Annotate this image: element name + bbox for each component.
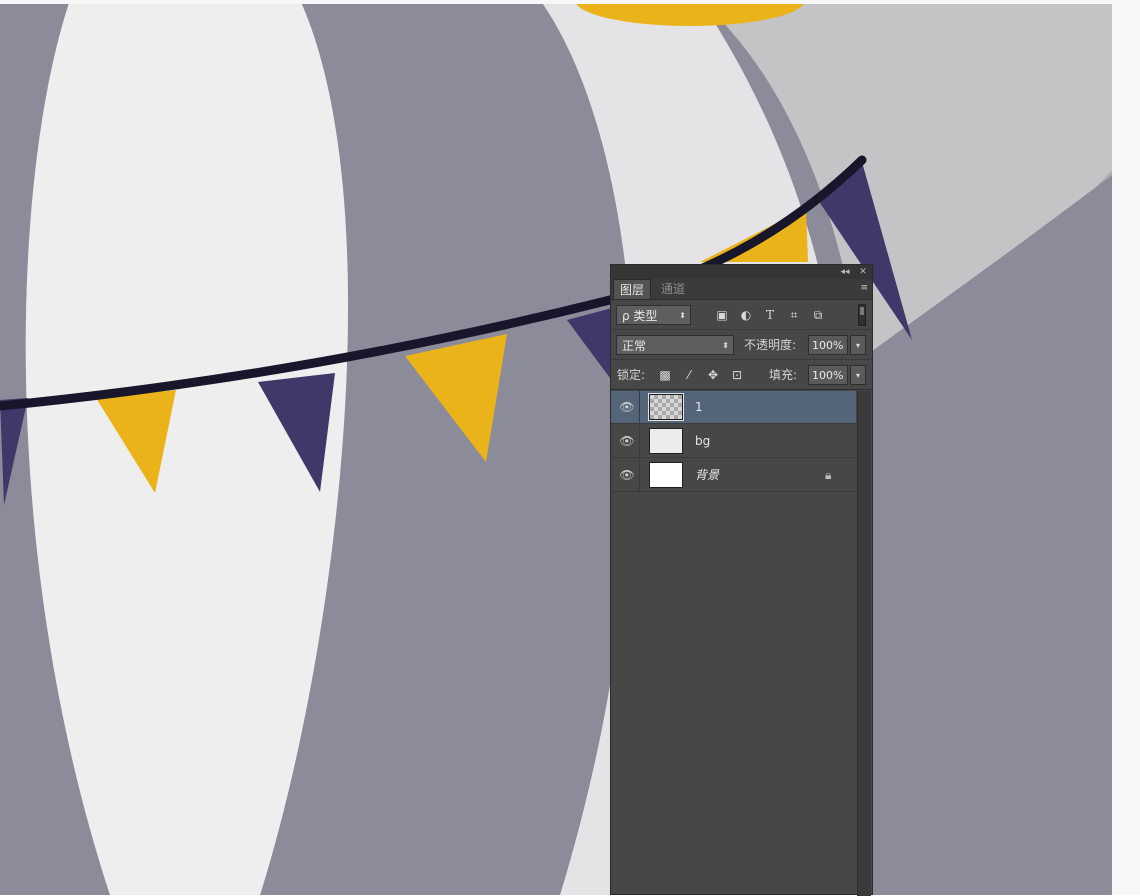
layer-row-bg[interactable]: 👁 bg [611, 425, 856, 458]
panel-tabs: 图层 通道 ≡ [611, 279, 872, 300]
filter-toggle-switch[interactable] [858, 304, 866, 326]
fill-input[interactable]: 100% [808, 365, 848, 385]
filter-kind-label: ρ 类型 [622, 309, 658, 323]
lock-label: 锁定: [617, 368, 646, 382]
divider [639, 425, 640, 458]
layer-thumbnail [649, 462, 683, 488]
layer-name: 背景 [695, 468, 720, 482]
adjustment-filter-icon[interactable]: ◐ [738, 305, 754, 325]
fill-label: 填充: [769, 368, 798, 382]
tab-channels[interactable]: 通道 [655, 279, 691, 299]
filter-kind-select[interactable]: ρ 类型 ⬍ [616, 305, 691, 325]
layer-filter-bar: ρ 类型 ⬍ ▣ ◐ T ⌗ ⧉ [611, 301, 872, 330]
lock-all-icon[interactable]: ⊡ [729, 365, 745, 385]
opacity-input[interactable]: 100% [808, 335, 848, 355]
lock-fill-bar: 锁定: ▩ ⁄ ✥ ⊡ 填充: 100% ▾ [611, 361, 872, 390]
layer-row-background[interactable]: 👁 背景 🔒︎ [611, 459, 856, 492]
updown-arrow-icon: ⬍ [722, 341, 729, 350]
opacity-dropdown-icon[interactable]: ▾ [850, 335, 866, 355]
layer-thumbnail [648, 393, 684, 421]
eye-icon[interactable]: 👁 [617, 391, 637, 424]
layer-thumbnail [649, 428, 683, 454]
lock-image-pixels-icon[interactable]: ⁄ [681, 365, 697, 385]
layer-row-1[interactable]: 👁 1 [611, 391, 856, 424]
lock-position-icon[interactable]: ✥ [705, 365, 721, 385]
blend-mode-value: 正常 [622, 339, 647, 353]
collapse-panel-icon[interactable]: ◂◂ [839, 265, 851, 279]
fill-dropdown-icon[interactable]: ▾ [850, 365, 866, 385]
layer-name: 1 [695, 400, 703, 414]
updown-arrow-icon: ⬍ [679, 311, 686, 320]
type-filter-icon[interactable]: T [762, 305, 778, 325]
image-filter-icon[interactable]: ▣ [714, 305, 730, 325]
divider [639, 391, 640, 424]
panel-titlebar[interactable]: ◂◂ ✕ [611, 265, 872, 279]
layer-name: bg [695, 434, 711, 448]
eye-icon[interactable]: 👁 [617, 459, 637, 492]
close-panel-icon[interactable]: ✕ [857, 265, 869, 279]
panel-menu-icon[interactable]: ≡ [860, 283, 868, 293]
shape-filter-icon[interactable]: ⌗ [786, 305, 802, 325]
lock-transparent-pixels-icon[interactable]: ▩ [657, 365, 673, 385]
layers-scrollbar[interactable] [857, 391, 871, 896]
lock-icon: 🔒︎ [825, 468, 832, 482]
divider [639, 459, 640, 492]
document-canvas[interactable] [0, 0, 1112, 895]
layers-panel[interactable]: ◂◂ ✕ 图层 通道 ≡ ρ 类型 ⬍ ▣ ◐ T ⌗ ⧉ 正常 ⬍ 不透明度:… [610, 264, 873, 896]
tab-layers[interactable]: 图层 [613, 279, 652, 299]
blend-mode-select[interactable]: 正常 ⬍ [616, 335, 734, 355]
window-right-edge [1112, 0, 1140, 895]
window-top-edge [0, 0, 1112, 4]
eye-icon[interactable]: 👁 [617, 425, 637, 458]
opacity-label: 不透明度: [744, 338, 797, 352]
blend-opacity-bar: 正常 ⬍ 不透明度: 100% ▾ [611, 331, 872, 360]
smart-object-filter-icon[interactable]: ⧉ [810, 305, 826, 325]
